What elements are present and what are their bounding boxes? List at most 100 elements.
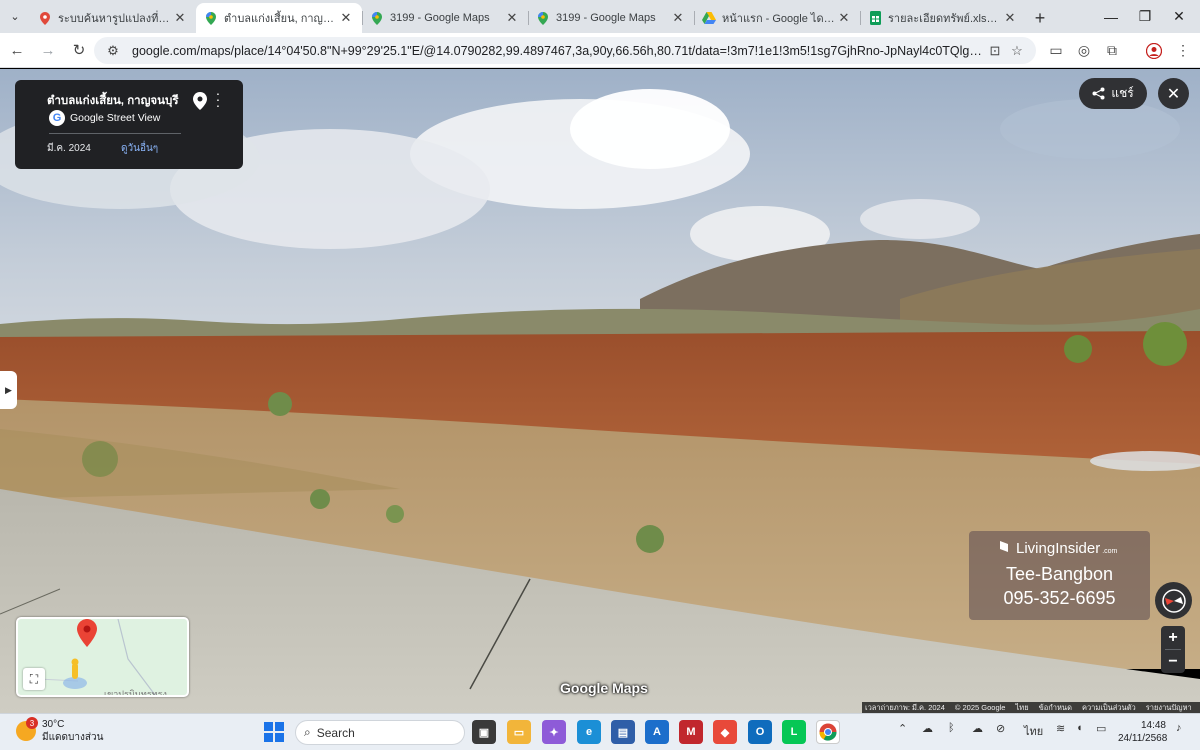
livinginsider-watermark: LivingInsider .com Tee-Bangbon 095-352-66…: [969, 531, 1150, 620]
bluetooth-icon[interactable]: ᛒ: [948, 722, 955, 734]
edge-icon[interactable]: e: [577, 720, 601, 744]
search-label: Search: [316, 725, 355, 740]
close-window-button[interactable]: ✕: [1156, 0, 1200, 33]
weather-sun-icon: 3: [16, 717, 38, 741]
tab-kaeng-sian[interactable]: ตำบลแก่งเสี้ยน, กาญจนบุรี - Go ✕: [196, 3, 362, 33]
new-tab-button[interactable]: +: [1026, 3, 1054, 33]
tab-label: 3199 - Google Maps: [556, 12, 656, 24]
line-icon[interactable]: L: [782, 720, 806, 744]
tab-close-icon[interactable]: ✕: [172, 10, 188, 26]
forward-button[interactable]: →: [34, 36, 62, 64]
street-view-brand: G Google Street View: [49, 110, 160, 126]
lens-icon[interactable]: ◎: [1071, 37, 1097, 64]
tab-close-icon[interactable]: ✕: [338, 10, 354, 26]
reload-button[interactable]: ↻: [65, 36, 93, 64]
language-indicator[interactable]: ไทย: [1024, 722, 1043, 740]
privacy-link[interactable]: ความเป็นส่วนตัว: [1082, 702, 1136, 714]
livinginsider-logo-icon: [1000, 541, 1008, 552]
pegman-icon: [63, 658, 87, 689]
notification-bell-icon[interactable]: ♪: [1176, 722, 1182, 734]
street-view-label: Google Street View: [70, 112, 161, 124]
capture-date: มี.ค. 2024: [47, 143, 91, 154]
location-pin-icon[interactable]: [193, 92, 207, 110]
tab-google-drive[interactable]: หน้าแรก - Google ไดรฟ์ ✕: [694, 3, 860, 33]
tab-land-search[interactable]: ระบบค้นหารูปแปลงที่ดิน (Land ✕: [30, 3, 196, 33]
outlook-icon[interactable]: O: [748, 720, 772, 744]
weather-temp: 30°C: [42, 719, 65, 730]
mini-map[interactable]: เขาปรมินทรทรง ⛶: [16, 617, 189, 697]
google-maps-icon: [204, 11, 218, 25]
expand-side-panel-button[interactable]: ▶: [0, 371, 17, 409]
language-link[interactable]: ไทย: [1015, 702, 1028, 714]
tab-label: รายละเอียดทรัพย์.xlsx - Goog: [888, 13, 1002, 25]
windows-taskbar: 3 30°C มีแดดบางส่วน ⌕ Search ▣ ▭ ✦ e ▤ A…: [0, 713, 1200, 750]
tab-3199-maps-2[interactable]: 3199 - Google Maps ✕: [528, 3, 694, 33]
terms-link[interactable]: ข้อกำหนด: [1039, 702, 1072, 714]
extensions-icon[interactable]: ⧉: [1099, 37, 1125, 64]
tab-label: ระบบค้นหารูปแปลงที่ดิน (Land: [58, 13, 172, 25]
meet-mute-icon[interactable]: ⊘: [996, 722, 1005, 735]
address-bar[interactable]: ⚙ google.com/maps/place/14°04'50.8"N+99°…: [94, 37, 1036, 64]
mini-map-road-label: เขาปรมินทรทรง: [104, 689, 167, 697]
street-view-panorama[interactable]: ตำบลแก่งเสี้ยน, กาญจนบุรี G Google Stree…: [0, 69, 1200, 713]
chrome-icon[interactable]: [816, 720, 840, 744]
weather-widget[interactable]: 3 30°C มีแดดบางส่วน: [16, 717, 103, 744]
expand-map-button[interactable]: ⛶: [23, 668, 45, 690]
store-icon[interactable]: ▤: [611, 720, 635, 744]
url-text[interactable]: google.com/maps/place/14°04'50.8"N+99°29…: [132, 44, 984, 58]
tab-close-icon[interactable]: ✕: [670, 10, 686, 26]
divider: [49, 133, 181, 134]
google-maps-icon: [536, 11, 550, 25]
clock-time: 14:48: [1140, 720, 1166, 731]
tab-search-button[interactable]: ⌄: [0, 0, 30, 33]
taskbar-search[interactable]: ⌕ Search: [295, 720, 465, 745]
wifi-icon[interactable]: ≋: [1056, 722, 1065, 735]
tab-google-sheets[interactable]: รายละเอียดทรัพย์.xlsx - Goog ✕: [860, 3, 1026, 33]
report-problem-link[interactable]: รายงานปัญหา: [1146, 702, 1192, 714]
task-view-icon[interactable]: ▣: [472, 720, 496, 744]
zoom-controls: + −: [1161, 626, 1185, 673]
menu-icon[interactable]: ⋮: [1170, 37, 1196, 64]
bookmark-star-icon[interactable]: ☆: [1006, 40, 1028, 62]
tab-label: หน้าแรก - Google ไดรฟ์: [722, 13, 836, 25]
search-icon: ⌕: [304, 725, 311, 739]
compass-icon: [1161, 588, 1186, 613]
google-sheets-icon: [868, 11, 882, 25]
install-app-icon[interactable]: ⊡: [984, 40, 1006, 62]
place-title: ตำบลแก่งเสี้ยน, กาญจนบุรี: [47, 95, 179, 107]
acrobat-app-icon[interactable]: A: [645, 720, 669, 744]
mcafee-icon[interactable]: M: [679, 720, 703, 744]
tab-close-icon[interactable]: ✕: [836, 10, 852, 26]
notification-badge: 3: [26, 717, 38, 729]
zoom-out-button[interactable]: −: [1161, 650, 1185, 673]
tab-label: 3199 - Google Maps: [390, 12, 490, 24]
windows-start-icon[interactable]: [262, 720, 286, 744]
profile-avatar[interactable]: [1141, 37, 1167, 64]
google-g-icon: G: [49, 110, 65, 126]
more-options-icon[interactable]: · · ·: [213, 86, 223, 112]
tray-chevron-icon[interactable]: ⌃: [898, 722, 907, 735]
tab-close-icon[interactable]: ✕: [504, 10, 520, 26]
copyright-text: © 2025 Google: [954, 703, 1006, 712]
clock-date: 24/11/2568: [1118, 733, 1168, 744]
back-button[interactable]: ←: [3, 36, 31, 64]
cast-icon[interactable]: ▭: [1043, 37, 1069, 64]
tab-close-icon[interactable]: ✕: [1002, 10, 1018, 26]
file-explorer-icon[interactable]: ▭: [507, 720, 531, 744]
system-clock[interactable]: 14:48 24/11/2568: [1118, 719, 1168, 745]
anydesk-icon[interactable]: ◆: [713, 720, 737, 744]
tab-3199-maps-1[interactable]: 3199 - Google Maps ✕: [362, 3, 528, 33]
close-street-view-button[interactable]: ✕: [1158, 78, 1189, 109]
share-icon: [1092, 87, 1105, 100]
zoom-in-button[interactable]: +: [1161, 626, 1185, 649]
site-info-icon[interactable]: ⚙: [102, 40, 124, 62]
image-date-text: เวลาถ่ายภาพ: มี.ค. 2024: [865, 702, 945, 712]
copilot-icon[interactable]: ✦: [542, 720, 566, 744]
battery-icon[interactable]: ▭: [1096, 722, 1106, 735]
see-more-dates-link[interactable]: ดูวันอื่นๆ: [121, 141, 158, 156]
share-button[interactable]: แชร์: [1079, 78, 1147, 109]
volume-icon[interactable]: ◖: [1076, 722, 1083, 734]
compass-button[interactable]: [1155, 582, 1192, 619]
onedrive-icon[interactable]: ☁: [922, 722, 933, 735]
cloud-icon[interactable]: ☁: [972, 722, 983, 735]
